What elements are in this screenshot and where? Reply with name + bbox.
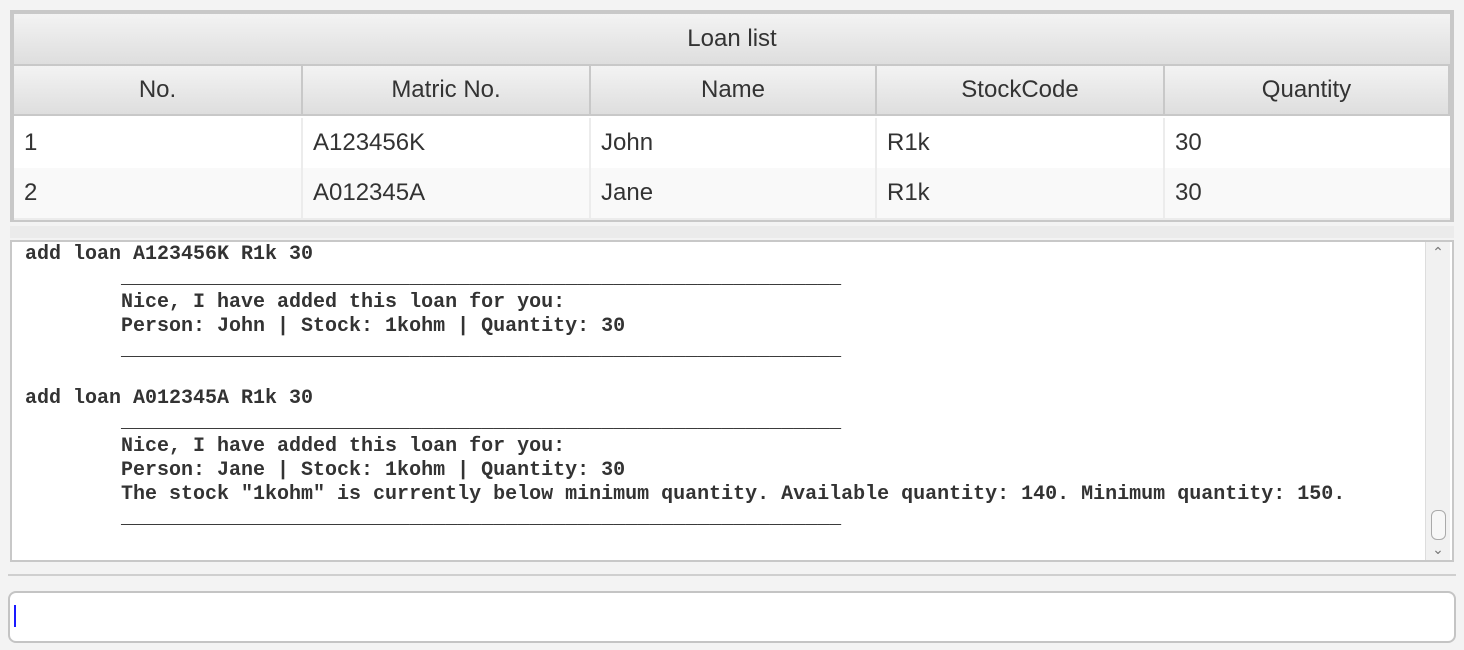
command-input[interactable] [8, 591, 1456, 643]
cell-matric-no: A123456K [303, 118, 591, 168]
cell-no: 2 [14, 168, 303, 218]
cell-quantity: 30 [1175, 179, 1202, 206]
cell-no: 1 [14, 118, 303, 168]
column-header-quantity[interactable]: Quantity [1165, 66, 1450, 116]
console-line: ________________________________________… [25, 339, 842, 362]
result-display[interactable]: add loan A123456K R1k 30 _______________… [10, 240, 1454, 562]
column-header-matric-no[interactable]: Matric No. [303, 66, 591, 116]
scroll-up-icon[interactable]: ⌃ [1426, 244, 1450, 261]
loan-list-table: Loan list No. Matric No. Name StockCode … [10, 10, 1454, 222]
console-line: Nice, I have added this loan for you: [25, 291, 566, 314]
console-line: Person: Jane | Stock: 1kohm | Quantity: … [25, 459, 626, 482]
console-line: add loan A012345A R1k 30 [25, 387, 314, 410]
cell-stockcode: R1k [877, 168, 1165, 218]
console-line: The stock "1kohm" is currently below min… [25, 483, 1346, 506]
scroll-down-icon[interactable]: ⌄ [1426, 541, 1450, 558]
console-line: add loan A123456K R1k 30 [25, 243, 314, 266]
console-line: ________________________________________… [25, 507, 842, 530]
column-header-stockcode[interactable]: StockCode [877, 66, 1165, 116]
loan-list-table-body: Loan list No. Matric No. Name StockCode … [14, 14, 1450, 220]
result-text: add loan A123456K R1k 30 _______________… [25, 243, 1345, 531]
cell-matric-no: A012345A [303, 168, 591, 218]
divider [8, 574, 1456, 576]
splitter[interactable] [10, 226, 1454, 238]
cell-quantity: 30 [1175, 129, 1202, 156]
vertical-scrollbar[interactable]: ⌃ ⌄ [1425, 242, 1450, 560]
column-header-name[interactable]: Name [591, 66, 877, 116]
console-line: Nice, I have added this loan for you: [25, 435, 566, 458]
scrollbar-thumb[interactable] [1431, 510, 1446, 540]
cell-name: John [591, 118, 877, 168]
text-caret [14, 605, 16, 627]
console-line: Person: John | Stock: 1kohm | Quantity: … [25, 315, 626, 338]
table-row[interactable]: 1 A123456K John R1k 30 [14, 118, 1450, 170]
console-line: ________________________________________… [25, 411, 842, 434]
column-header-no[interactable]: No. [14, 66, 303, 116]
console-line: ________________________________________… [25, 267, 842, 290]
cell-name: Jane [591, 168, 877, 218]
table-row[interactable]: 2 A012345A Jane R1k 30 [14, 168, 1450, 220]
table-title: Loan list [14, 14, 1450, 66]
cell-stockcode: R1k [877, 118, 1165, 168]
